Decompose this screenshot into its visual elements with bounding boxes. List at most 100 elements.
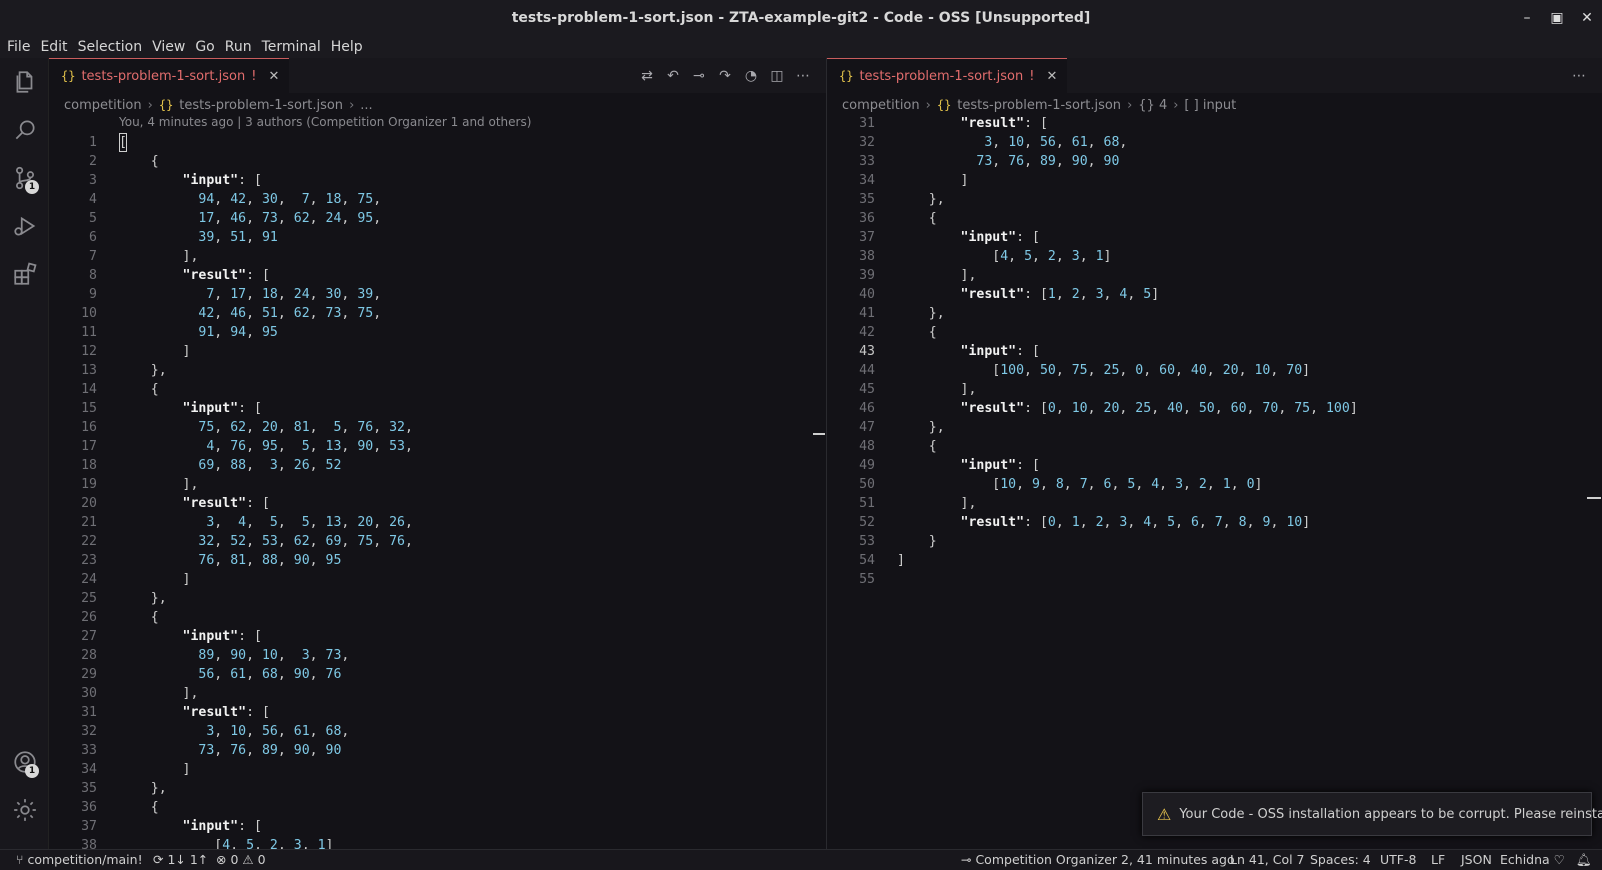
code-line[interactable]: 14 { — [49, 380, 826, 399]
code-line[interactable]: 26 { — [49, 608, 826, 627]
code-line[interactable]: 46 "result": [0, 10, 20, 25, 40, 50, 60,… — [827, 399, 1602, 418]
menu-file[interactable]: File — [2, 39, 35, 55]
code-line[interactable]: 34 ] — [827, 171, 1602, 190]
code-line[interactable]: 33 73, 76, 89, 90, 90 — [827, 152, 1602, 171]
breadcrumb-file[interactable]: tests-problem-1-sort.json — [179, 98, 343, 113]
code-line[interactable]: 36 { — [49, 798, 826, 817]
breadcrumb-array[interactable]: [ ] input — [1184, 98, 1236, 113]
code-line[interactable]: 36 { — [827, 209, 1602, 228]
code-line[interactable]: 39 ], — [827, 266, 1602, 285]
code-line[interactable]: 8 "result": [ — [49, 266, 826, 285]
menu-run[interactable]: Run — [220, 39, 257, 55]
breadcrumb-folder[interactable]: competition — [842, 98, 920, 113]
code-line[interactable]: 54] — [827, 551, 1602, 570]
code-line[interactable]: 18 69, 88, 3, 26, 52 — [49, 456, 826, 475]
breadcrumb-folder[interactable]: competition — [64, 98, 142, 113]
code-line[interactable]: 32 3, 10, 56, 61, 68, — [49, 722, 826, 741]
code-line[interactable]: 40 "result": [1, 2, 3, 4, 5] — [827, 285, 1602, 304]
tab-close-icon[interactable]: ✕ — [268, 69, 279, 84]
accounts-icon[interactable]: 1 — [0, 738, 49, 786]
code-line[interactable]: 51 ], — [827, 494, 1602, 513]
close-window-button[interactable]: ✕ — [1572, 10, 1602, 26]
code-line[interactable]: 10 42, 46, 51, 62, 73, 75, — [49, 304, 826, 323]
code-line[interactable]: 35 }, — [827, 190, 1602, 209]
code-line[interactable]: 17 4, 76, 95, 5, 13, 90, 53, — [49, 437, 826, 456]
code-line[interactable]: 28 89, 90, 10, 3, 73, — [49, 646, 826, 665]
breadcrumb-object[interactable]: {} 4 — [1138, 98, 1167, 113]
branch-status[interactable]: ⑂ competition/main! — [16, 850, 143, 870]
code-line[interactable]: 49 "input": [ — [827, 456, 1602, 475]
code-line[interactable]: 20 "result": [ — [49, 494, 826, 513]
code-line[interactable]: 35 }, — [49, 779, 826, 798]
code-line[interactable]: 11 91, 94, 95 — [49, 323, 826, 342]
explorer-icon[interactable] — [0, 58, 49, 106]
sync-status[interactable]: ⟳ 1↓ 1↑ — [153, 850, 208, 870]
breadcrumb-more[interactable]: ... — [360, 98, 372, 113]
more-actions-icon[interactable]: ⋯ — [1566, 68, 1592, 84]
editor-tab-right[interactable]: {} tests-problem-1-sort.json ! ✕ — [827, 58, 1068, 93]
encoding-status[interactable]: UTF-8 — [1380, 850, 1416, 870]
next-change-icon[interactable]: ↷ — [712, 68, 738, 84]
code-line[interactable]: 44 [100, 50, 75, 25, 0, 60, 40, 20, 10, … — [827, 361, 1602, 380]
code-line[interactable]: 55 — [827, 570, 1602, 589]
problems-status[interactable]: ⊗ 0 ⚠ 0 — [216, 850, 266, 870]
code-line[interactable]: 41 }, — [827, 304, 1602, 323]
code-line[interactable]: 37 "input": [ — [827, 228, 1602, 247]
code-area-right[interactable]: 31 "result": [32 3, 10, 56, 61, 68, 33 73… — [827, 114, 1602, 589]
code-line[interactable]: 53 } — [827, 532, 1602, 551]
settings-gear-icon[interactable] — [0, 786, 49, 834]
code-line[interactable]: 37 "input": [ — [49, 817, 826, 836]
code-line[interactable]: 47 }, — [827, 418, 1602, 437]
code-line[interactable]: 43 "input": [ — [827, 342, 1602, 361]
code-line[interactable]: 1[ — [49, 133, 826, 152]
code-line[interactable]: 27 "input": [ — [49, 627, 826, 646]
language-mode[interactable]: JSON — [1461, 850, 1492, 870]
more-actions-icon[interactable]: ⋯ — [790, 68, 816, 84]
previous-change-icon[interactable]: ↶ — [660, 68, 686, 84]
code-line[interactable]: 50 [10, 9, 8, 7, 6, 5, 4, 3, 2, 1, 0] — [827, 475, 1602, 494]
maximize-button[interactable]: ▣ — [1542, 10, 1572, 26]
code-line[interactable]: 29 56, 61, 68, 90, 76 — [49, 665, 826, 684]
menu-terminal[interactable]: Terminal — [257, 39, 326, 55]
notifications-bell-icon[interactable]: 🔔︎ — [1576, 850, 1592, 870]
source-control-icon[interactable]: 1 — [0, 154, 49, 202]
extensions-icon[interactable] — [0, 250, 49, 298]
revision-icon[interactable]: ⊸ — [686, 68, 712, 84]
code-line[interactable]: 9 7, 17, 18, 24, 30, 39, — [49, 285, 826, 304]
tab-close-icon[interactable]: ✕ — [1046, 69, 1057, 84]
code-line[interactable]: 42 { — [827, 323, 1602, 342]
code-line[interactable]: 45 ], — [827, 380, 1602, 399]
split-editor-icon[interactable]: ◫ — [764, 68, 790, 84]
code-line[interactable]: 15 "input": [ — [49, 399, 826, 418]
code-line[interactable]: 34 ] — [49, 760, 826, 779]
code-line[interactable]: 5 17, 46, 73, 62, 24, 95, — [49, 209, 826, 228]
code-line[interactable]: 4 94, 42, 30, 7, 18, 75, — [49, 190, 826, 209]
code-line[interactable]: 38 [4, 5, 2, 3, 1] — [49, 836, 826, 849]
menu-help[interactable]: Help — [326, 39, 368, 55]
menu-view[interactable]: View — [147, 39, 190, 55]
code-line[interactable]: 13 }, — [49, 361, 826, 380]
code-line[interactable]: 19 ], — [49, 475, 826, 494]
menu-go[interactable]: Go — [190, 39, 219, 55]
code-line[interactable]: 31 "result": [ — [827, 114, 1602, 133]
code-area-left[interactable]: 1[2 {3 "input": [4 94, 42, 30, 7, 18, 75… — [49, 133, 826, 849]
code-line[interactable]: 52 "result": [0, 1, 2, 3, 4, 5, 6, 7, 8,… — [827, 513, 1602, 532]
code-line[interactable]: 12 ] — [49, 342, 826, 361]
search-icon[interactable] — [0, 106, 49, 154]
code-line[interactable]: 16 75, 62, 20, 81, 5, 76, 32, — [49, 418, 826, 437]
minimize-button[interactable]: – — [1512, 10, 1542, 26]
breadcrumb-file[interactable]: tests-problem-1-sort.json — [957, 98, 1121, 113]
code-line[interactable]: 32 3, 10, 56, 61, 68, — [827, 133, 1602, 152]
cursor-position[interactable]: Ln 41, Col 7 — [1230, 850, 1305, 870]
toggle-blame-icon[interactable]: ◔ — [738, 68, 764, 84]
code-line[interactable]: 21 3, 4, 5, 5, 13, 20, 26, — [49, 513, 826, 532]
code-line[interactable]: 23 76, 81, 88, 90, 95 — [49, 551, 826, 570]
open-changes-icon[interactable]: ⇄ — [634, 68, 660, 84]
code-line[interactable]: 48 { — [827, 437, 1602, 456]
code-line[interactable]: 2 { — [49, 152, 826, 171]
code-line[interactable]: 30 ], — [49, 684, 826, 703]
indentation-status[interactable]: Spaces: 4 — [1310, 850, 1371, 870]
code-line[interactable]: 31 "result": [ — [49, 703, 826, 722]
blame-status[interactable]: ⊸ Competition Organizer 2, 41 minutes ag… — [961, 850, 1235, 870]
code-line[interactable]: 7 ], — [49, 247, 826, 266]
